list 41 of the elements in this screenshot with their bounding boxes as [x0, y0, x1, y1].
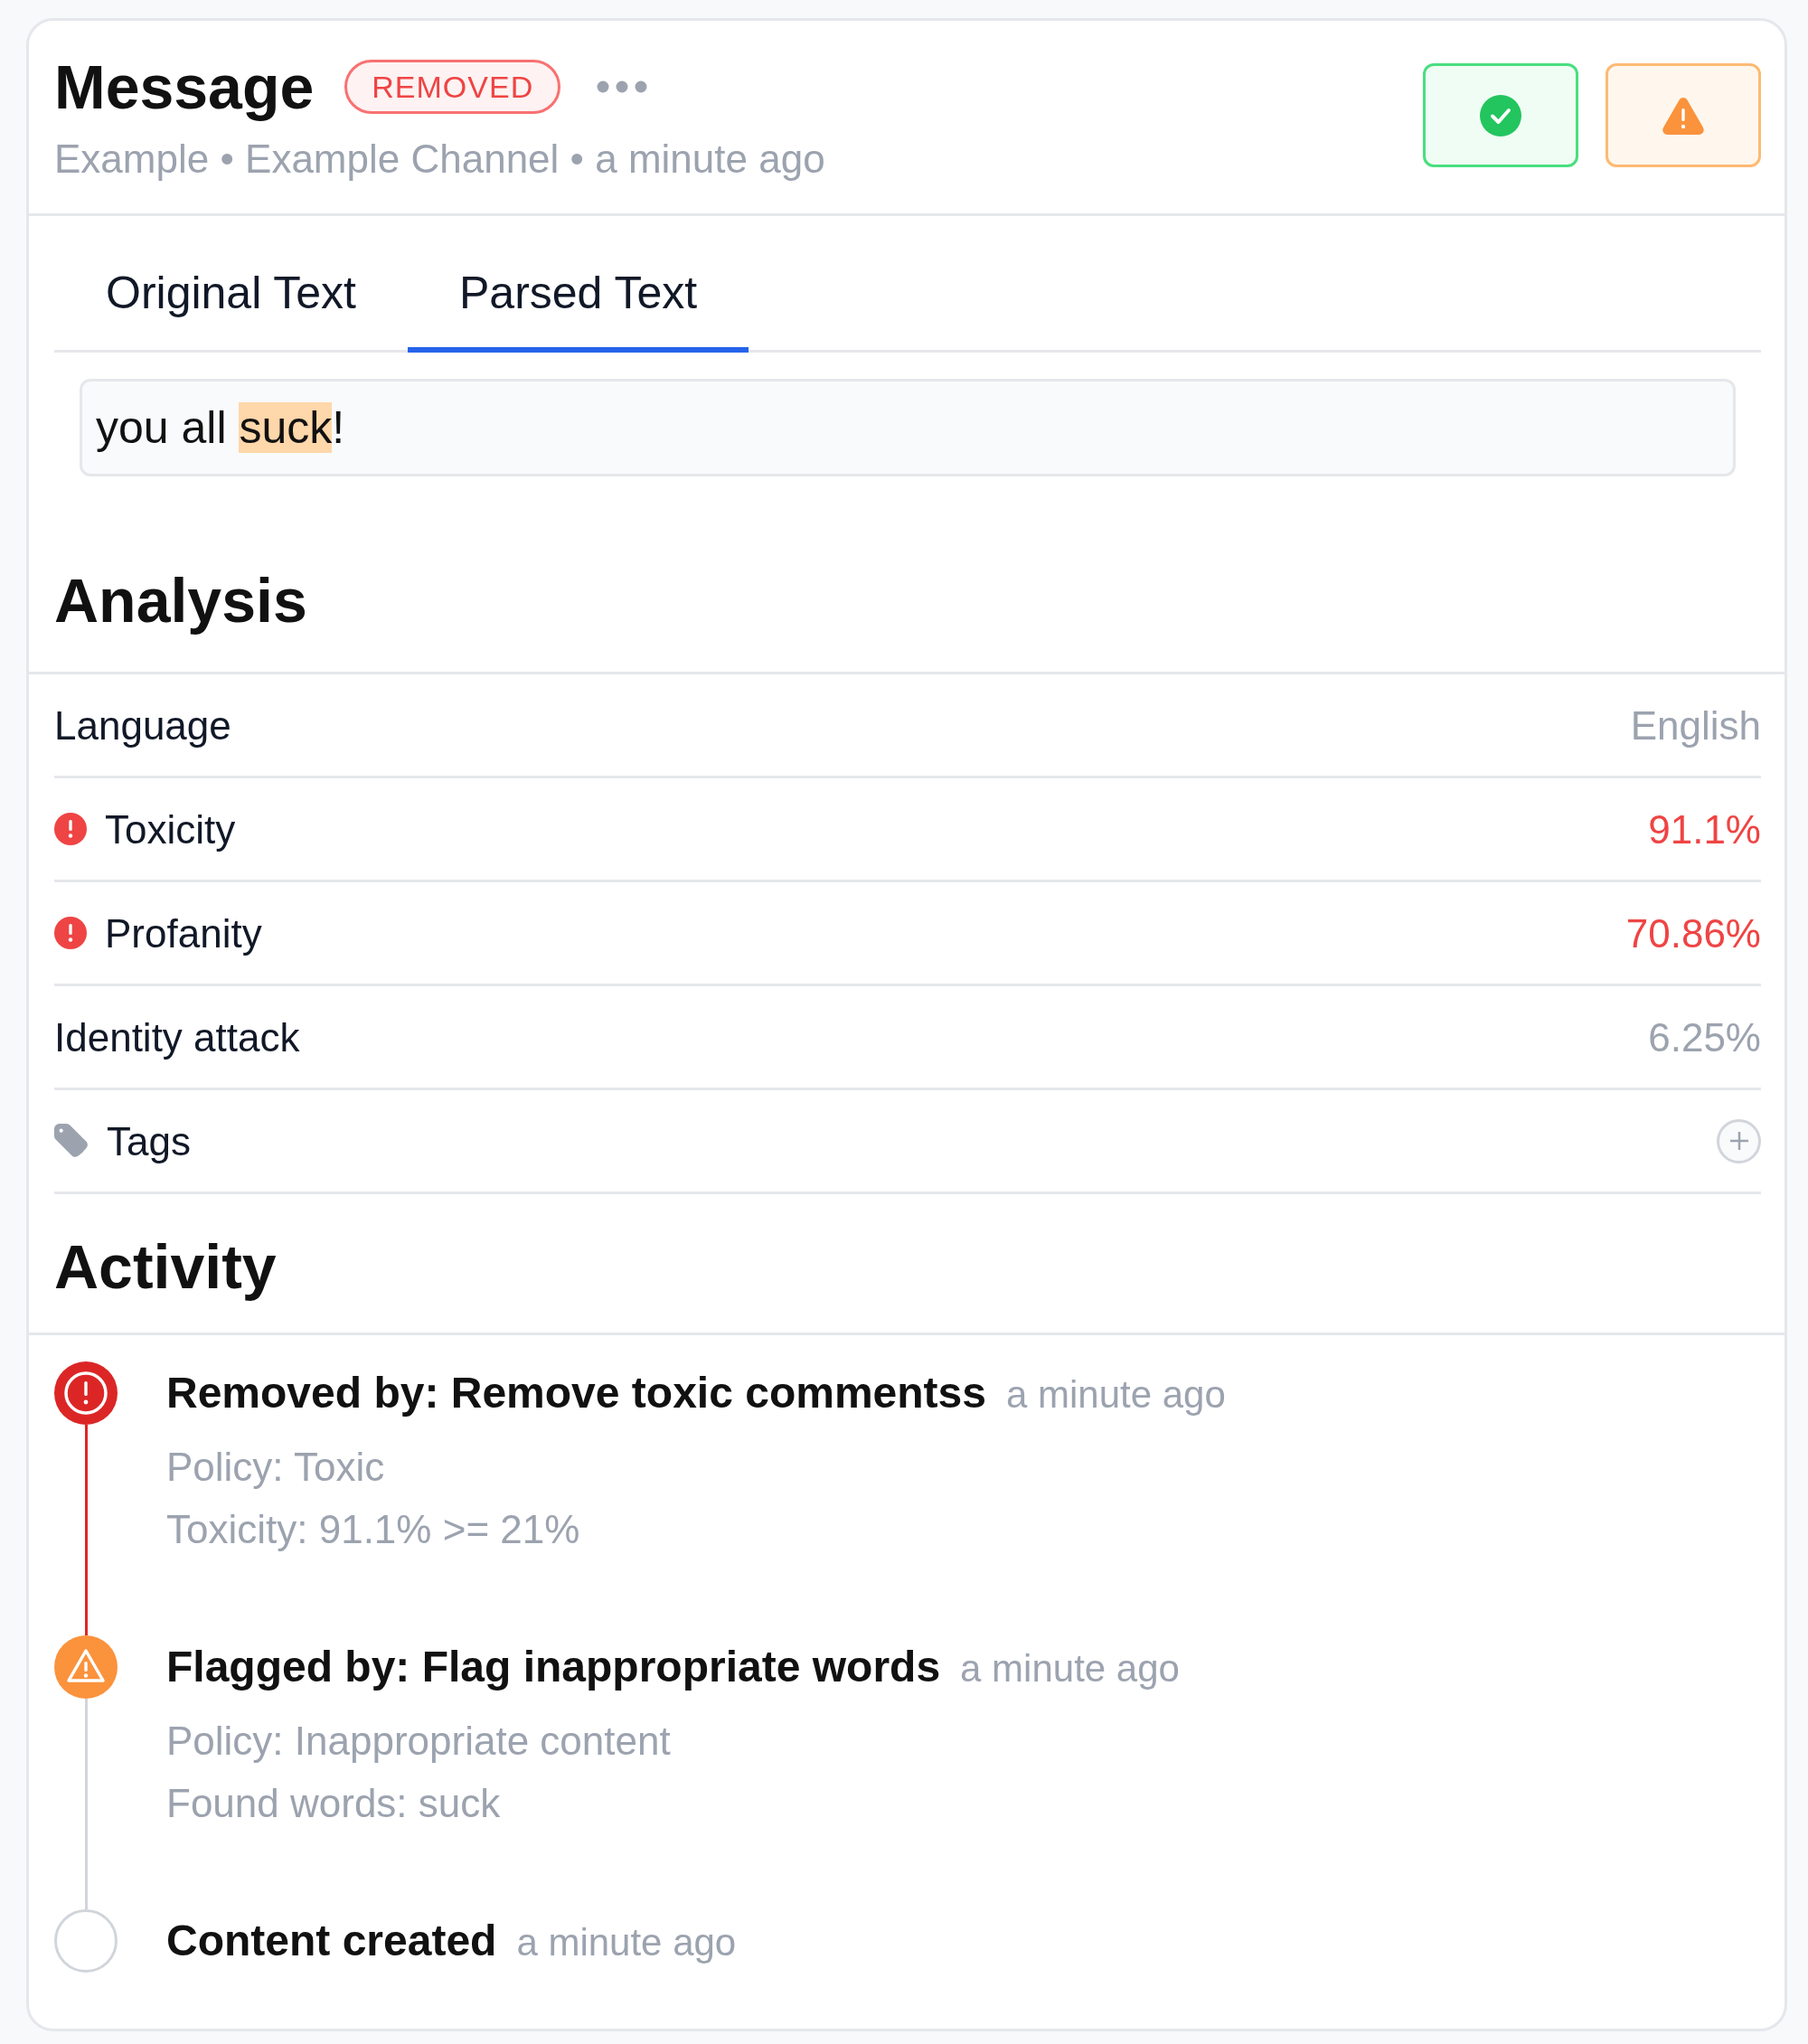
- exclamation-circle-icon: [54, 1361, 118, 1425]
- event-detail: Policy: Toxic: [166, 1444, 385, 1491]
- exclamation-circle-icon: [54, 917, 87, 949]
- event-title: Removed by: Remove toxic commentss: [166, 1368, 986, 1418]
- event-time: a minute ago: [960, 1646, 1180, 1691]
- message-title: Message: [54, 52, 315, 123]
- message-meta: Example • Example Channel • a minute ago: [54, 136, 825, 183]
- more-options-button[interactable]: [597, 80, 648, 93]
- flag-button[interactable]: [1606, 63, 1761, 167]
- tab[interactable]: Original Text: [54, 250, 408, 353]
- event-detail: Toxicity: 91.1% >= 21%: [166, 1506, 580, 1553]
- analysis-label: Toxicity: [105, 805, 236, 853]
- event-title: Content created: [166, 1916, 497, 1966]
- analysis-label: Language: [54, 702, 231, 749]
- analysis-value: 70.86%: [1625, 909, 1761, 957]
- event-detail: Found words: suck: [166, 1780, 501, 1827]
- warning-icon: [54, 1635, 118, 1699]
- section-heading: Activity: [54, 1231, 277, 1303]
- add-tag-button[interactable]: [1717, 1118, 1761, 1163]
- analysis-value: 6.25%: [1648, 1013, 1761, 1061]
- exclamation-circle-icon: [54, 813, 87, 845]
- analysis-label: Identity attack: [54, 1013, 300, 1061]
- event-detail: Policy: Inappropriate content: [166, 1718, 671, 1765]
- warning-icon: [1662, 95, 1705, 136]
- analysis-value: English: [1630, 702, 1761, 749]
- event-time: a minute ago: [1005, 1372, 1226, 1418]
- more-icon: [597, 80, 648, 93]
- section-heading: Analysis: [54, 565, 307, 636]
- tab[interactable]: Parsed Text: [408, 250, 749, 353]
- tags-label: Tags: [107, 1117, 191, 1165]
- check-circle-icon: [1480, 94, 1521, 137]
- event-title: Flagged by: Flag inappropriate words: [166, 1642, 941, 1692]
- plus-icon: [1728, 1131, 1749, 1151]
- message-text: you all suck!: [80, 379, 1736, 476]
- analysis-value: 91.1%: [1648, 805, 1761, 853]
- approve-button[interactable]: [1423, 63, 1578, 167]
- empty-circle-icon: [54, 1909, 118, 1973]
- status-badge: REMOVED: [344, 60, 561, 114]
- tag-icon: [54, 1124, 89, 1158]
- analysis-label: Profanity: [105, 909, 262, 957]
- event-time: a minute ago: [516, 1920, 737, 1965]
